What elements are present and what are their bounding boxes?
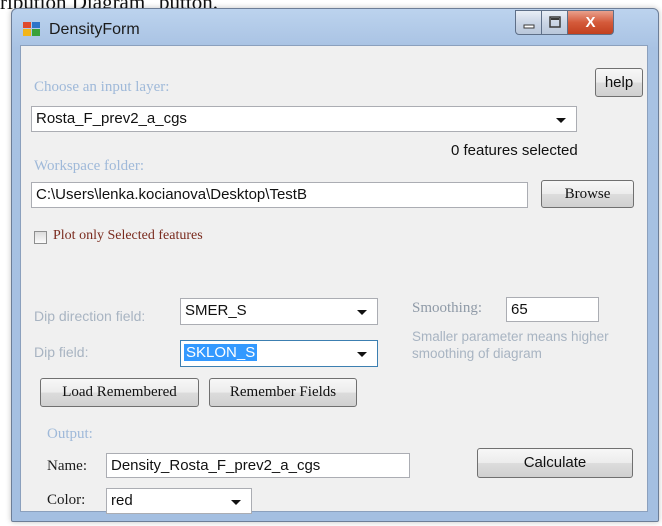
smoothing-input[interactable]: 65 [506, 297, 599, 322]
workspace-label: Workspace folder: [34, 158, 144, 174]
input-layer-combo[interactable]: Rosta_F_prev2_a_cgs [31, 106, 577, 132]
dip-direction-label: Dip direction field: [34, 308, 146, 324]
plot-selected-label: Plot only Selected features [53, 228, 203, 243]
smoothing-hint-line1: Smaller parameter means higher [412, 329, 609, 344]
help-button[interactable]: help [595, 68, 643, 97]
input-layer-value: Rosta_F_prev2_a_cgs [36, 110, 187, 127]
chevron-down-icon [357, 310, 367, 315]
remember-fields-button[interactable]: Remember Fields [209, 378, 357, 407]
chevron-down-icon [231, 500, 241, 505]
title-bar[interactable]: DensityForm X [12, 9, 658, 45]
browse-button[interactable]: Browse [541, 180, 634, 208]
calculate-button[interactable]: Calculate [477, 448, 633, 478]
workspace-folder-input[interactable]: C:\Users\lenka.kocianova\Desktop\TestB [31, 182, 528, 208]
plot-selected-checkbox[interactable] [34, 231, 47, 244]
dip-field-value: SKLON_S [184, 344, 258, 361]
close-icon: X [585, 14, 596, 31]
chevron-down-icon [556, 118, 566, 123]
window-title: DensityForm [49, 21, 140, 38]
chevron-down-icon [357, 352, 367, 357]
output-color-label: Color: [47, 492, 86, 508]
output-heading: Output: [47, 426, 93, 442]
maximize-button[interactable] [541, 10, 568, 35]
dip-field-combo[interactable]: SKLON_S [180, 340, 378, 367]
app-window-icon [23, 22, 40, 36]
input-layer-label: Choose an input layer: [34, 79, 170, 95]
minimize-button[interactable] [515, 10, 542, 35]
dip-direction-combo[interactable]: SMER_S [180, 298, 378, 325]
smoothing-hint-line2: smoothing of diagram [412, 346, 542, 361]
output-name-label: Name: [47, 458, 87, 474]
dip-direction-value: SMER_S [185, 302, 247, 319]
output-color-value: red [111, 492, 133, 509]
close-button[interactable]: X [567, 10, 614, 35]
output-color-combo[interactable]: red [106, 488, 252, 514]
density-form-window: DensityForm X Choose an input layer: hel… [11, 8, 659, 522]
minimize-icon [523, 24, 535, 29]
output-name-input[interactable]: Density_Rosta_F_prev2_a_cgs [106, 453, 410, 478]
load-remembered-button[interactable]: Load Remembered [40, 378, 199, 407]
smoothing-label: Smoothing: [412, 300, 483, 316]
maximize-icon [549, 16, 561, 28]
dip-field-label: Dip field: [34, 344, 89, 360]
features-selected-count: 0 features selected [451, 142, 578, 159]
form-client-area: Choose an input layer: help Rosta_F_prev… [20, 45, 648, 514]
